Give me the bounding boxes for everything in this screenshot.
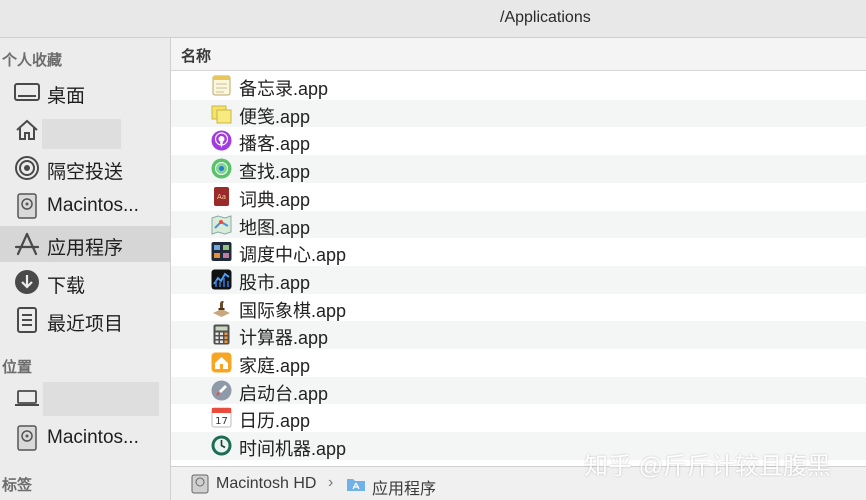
sidebar-item-label: Macintos...	[47, 427, 139, 448]
time-machine-icon	[211, 435, 232, 456]
downloads-icon	[14, 270, 40, 294]
redacted-username	[42, 119, 121, 149]
sidebar-item-home[interactable]	[0, 112, 170, 149]
sidebar-item-label: 桌面	[47, 86, 86, 107]
sidebar-item-applications[interactable]: 应用程序	[0, 226, 170, 262]
desktop-icon	[14, 81, 40, 103]
file-name: 备忘录.app	[239, 79, 329, 99]
file-name: 播客.app	[239, 134, 311, 155]
file-row[interactable]: 计算器.app	[171, 321, 866, 349]
calculator-icon	[211, 324, 232, 345]
applications-icon	[14, 232, 40, 256]
notes-icon	[211, 75, 232, 96]
launchpad-icon	[211, 380, 232, 401]
applications-folder-icon	[346, 476, 366, 497]
file-name: 启动台.app	[239, 383, 329, 404]
hard-drive-icon	[191, 474, 209, 499]
sidebar-item-label: 应用程序	[47, 238, 124, 259]
column-header-name[interactable]: 名称	[171, 38, 866, 71]
redacted-device-name	[43, 382, 159, 416]
file-row[interactable]: 家庭.app	[171, 349, 866, 377]
file-name: 调度中心.app	[239, 245, 347, 266]
sidebar-item-macintosh-hd[interactable]: Macintos...	[0, 188, 170, 224]
mission-control-icon	[211, 241, 232, 262]
file-row[interactable]: 地图.app	[171, 210, 866, 239]
findmy-icon	[211, 158, 232, 179]
file-row[interactable]: 国际象棋.app	[171, 294, 866, 322]
sidebar: 个人收藏 桌面 隔空投送 Macintos... 应用程序 下载 最近项目 位置…	[0, 38, 171, 500]
file-row[interactable]: 备忘录.app	[171, 72, 866, 100]
file-name: 地图.app	[239, 217, 311, 238]
column-header-label: 名称	[181, 48, 212, 65]
file-row[interactable]: 调度中心.app	[171, 238, 866, 266]
file-row[interactable]: 查找.app	[171, 155, 866, 183]
sidebar-item-airdrop[interactable]: 隔空投送	[0, 150, 170, 186]
svg-text:Aa: Aa	[217, 193, 226, 201]
disk-icon	[14, 425, 40, 451]
file-name: 便笺.app	[239, 106, 311, 127]
home-icon	[14, 119, 40, 141]
laptop-icon	[14, 387, 40, 409]
watermark: 知乎 @斤斤计较且腹黑	[584, 453, 832, 480]
path-item-macintosh-hd[interactable]: Macintosh HD	[216, 475, 316, 493]
podcasts-icon	[211, 130, 232, 151]
sidebar-section-tags: 标签	[2, 477, 33, 494]
file-row[interactable]: 便笺.app	[171, 99, 866, 128]
sidebar-section-locations: 位置	[2, 359, 33, 376]
file-name: 国际象棋.app	[239, 300, 347, 321]
maps-icon	[211, 214, 232, 235]
window-title: /Applications	[500, 9, 591, 26]
path-separator: ›	[328, 474, 334, 491]
sidebar-item-recents[interactable]: 最近项目	[0, 302, 170, 338]
file-name: 查找.app	[239, 162, 311, 183]
file-name: 股市.app	[239, 272, 311, 293]
sidebar-item-label: Macintos...	[47, 195, 139, 216]
file-name: 日历.app	[239, 411, 311, 432]
file-name: 计算器.app	[239, 328, 329, 349]
calendar-icon: 17	[211, 407, 232, 428]
title-bar: /Applications	[0, 0, 866, 38]
chess-icon	[211, 297, 232, 318]
dictionary-icon: Aa	[211, 186, 232, 207]
file-row[interactable]: 股市.app	[171, 265, 866, 294]
file-name: 时间机器.app	[239, 439, 347, 460]
file-name: 词典.app	[239, 189, 311, 210]
calendar-day: 17	[215, 416, 228, 427]
stocks-icon	[211, 269, 232, 290]
file-list: 名称 备忘录.app 便笺.app 播客.app 查找.app Aa 词典.ap…	[171, 38, 866, 466]
sidebar-section-favorites: 个人收藏	[2, 52, 63, 69]
file-row[interactable]: 17 日历.app	[171, 404, 866, 432]
file-row[interactable]: 播客.app	[171, 127, 866, 155]
sidebar-item-laptop[interactable]	[0, 380, 170, 416]
airdrop-icon	[14, 156, 40, 180]
path-item-applications[interactable]: 应用程序	[372, 475, 436, 499]
sidebar-item-label: 下载	[47, 276, 86, 297]
home-app-icon	[211, 352, 232, 373]
file-name: 家庭.app	[239, 356, 311, 376]
sidebar-item-desktop[interactable]: 桌面	[0, 74, 170, 110]
file-row[interactable]: 启动台.app	[171, 376, 866, 405]
recents-icon	[14, 307, 40, 333]
sidebar-item-macintosh-hd-location[interactable]: Macintos...	[0, 420, 170, 456]
sidebar-item-downloads[interactable]: 下载	[0, 264, 170, 300]
disk-icon	[14, 193, 40, 219]
file-row[interactable]: Aa 词典.app	[171, 183, 866, 211]
sidebar-item-label: 最近项目	[47, 314, 124, 335]
stickies-icon	[211, 103, 232, 124]
sidebar-item-label: 隔空投送	[47, 162, 124, 183]
